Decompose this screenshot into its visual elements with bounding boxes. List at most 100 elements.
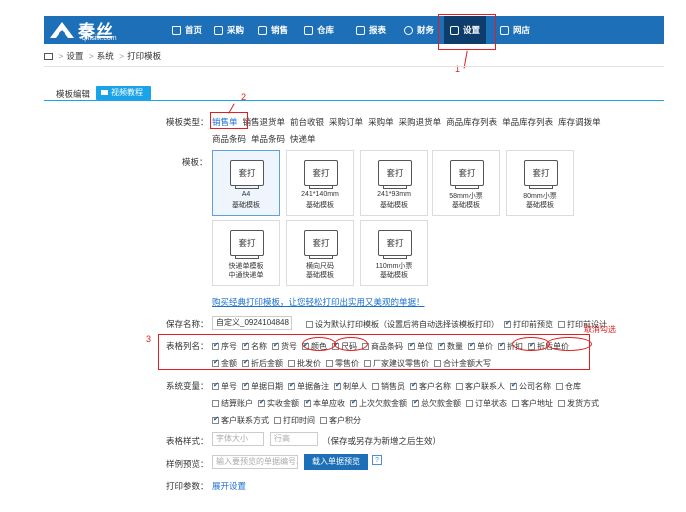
type-stock-transfer[interactable]: 库存调拨单 (558, 117, 601, 127)
template-card[interactable]: 套打 241*140mm 基础模板 (286, 150, 354, 216)
var-option[interactable]: 公司名称 (510, 381, 551, 391)
type-sales-return[interactable]: 销售退货单 (243, 117, 286, 127)
checkbox[interactable] (242, 381, 249, 390)
nav-shop[interactable]: 网店 (500, 16, 530, 44)
checkbox[interactable] (320, 417, 327, 424)
buy-template-link[interactable]: 购买经典打印模板，让您轻松打印出实用又美观的单据！ (212, 296, 425, 308)
checkbox[interactable] (212, 400, 219, 407)
default-template-checkbox[interactable] (306, 321, 313, 328)
var-option[interactable]: 仓库 (556, 382, 581, 391)
column-option[interactable]: 折后金额 (242, 358, 283, 368)
var-option[interactable]: 单据日期 (242, 381, 283, 391)
var-option[interactable]: 销售员 (372, 382, 405, 391)
checkbox[interactable] (558, 400, 565, 407)
checkbox[interactable] (258, 398, 265, 407)
column-option[interactable]: 金额 (212, 358, 237, 368)
help-icon[interactable]: ? (372, 455, 382, 465)
tab-template-edit[interactable]: 模板编辑 (56, 88, 90, 100)
checkbox[interactable] (326, 360, 333, 367)
var-option[interactable]: 打印时间 (274, 416, 315, 425)
var-option[interactable]: 客户积分 (320, 416, 361, 425)
preview-order-input[interactable]: 输入要预览的单据编号... (212, 455, 298, 469)
var-option[interactable]: 单据备注 (288, 381, 329, 391)
var-option[interactable]: 本单应收 (304, 398, 345, 408)
column-option[interactable]: 货号 (272, 341, 297, 351)
checkbox[interactable] (456, 383, 463, 390)
breadcrumb-item-settings[interactable]: 设置 (66, 51, 83, 61)
checkbox[interactable] (556, 383, 563, 390)
design-before-print-checkbox[interactable] (558, 321, 565, 328)
template-card[interactable]: 套打 横向尺码 基础模板 (286, 220, 354, 286)
checkbox[interactable] (212, 415, 219, 424)
template-card[interactable]: 套打 110mm小票 基础模板 (360, 220, 428, 286)
column-option[interactable]: 商品条码 (362, 342, 403, 351)
checkbox[interactable] (334, 381, 341, 390)
font-size-input[interactable]: 字体大小 (212, 432, 264, 446)
nav-warehouse[interactable]: 仓库 (304, 16, 334, 44)
type-item-barcode[interactable]: 单品条码 (251, 134, 285, 144)
template-card[interactable]: 套打 80mm小票 基础模板 (506, 150, 574, 216)
checkbox[interactable] (512, 400, 519, 407)
type-front-cashier[interactable]: 前台收银 (290, 117, 324, 127)
checkbox[interactable] (372, 383, 379, 390)
column-option[interactable]: 名称 (242, 341, 267, 351)
expand-settings-link[interactable]: 展开设置 (212, 480, 246, 492)
template-card[interactable]: 套打 A4 基础模板 (212, 150, 280, 216)
var-option[interactable]: 客户地址 (512, 399, 553, 408)
nav-report[interactable]: 报表 (356, 16, 386, 44)
column-option[interactable]: 单价 (468, 341, 493, 351)
checkbox[interactable] (304, 398, 311, 407)
save-name-input[interactable]: 自定义_0924104848 (212, 316, 292, 330)
var-option[interactable]: 订单状态 (466, 399, 507, 408)
column-option[interactable]: 批发价 (288, 359, 321, 368)
checkbox[interactable] (212, 358, 219, 367)
checkbox[interactable] (274, 417, 281, 424)
row-height-input[interactable]: 行高 (270, 432, 318, 446)
checkbox[interactable] (468, 341, 475, 350)
column-option[interactable]: 合计金额大写 (434, 359, 491, 368)
home-icon[interactable] (44, 53, 53, 60)
column-option[interactable]: 数量 (438, 341, 463, 351)
type-item-stock-list[interactable]: 单品库存列表 (502, 117, 553, 127)
template-card[interactable]: 套打 241*93mm 基础模板 (360, 150, 428, 216)
var-option[interactable]: 制单人 (334, 381, 367, 391)
checkbox[interactable] (364, 360, 371, 367)
checkbox[interactable] (212, 341, 219, 350)
checkbox[interactable] (408, 341, 415, 350)
default-template-option[interactable]: 设为默认打印模板（设置后将自动选择该模板打印） (306, 320, 499, 329)
checkbox[interactable] (288, 381, 295, 390)
nav-purchase[interactable]: 采购 (214, 16, 244, 44)
checkbox[interactable] (438, 341, 445, 350)
template-card[interactable]: 套打 快递单模板 中通快递单 (212, 220, 280, 286)
checkbox[interactable] (288, 360, 295, 367)
var-option[interactable]: 单号 (212, 381, 237, 391)
checkbox[interactable] (412, 398, 419, 407)
nav-sales[interactable]: 销售 (258, 16, 288, 44)
var-option[interactable]: 上次欠款金额 (350, 398, 407, 408)
template-card[interactable]: 套打 58mm小票 基础模板 (432, 150, 500, 216)
var-option[interactable]: 实收金额 (258, 398, 299, 408)
var-option[interactable]: 客户名称 (410, 381, 451, 391)
type-express[interactable]: 快递单 (290, 134, 316, 144)
checkbox[interactable] (212, 381, 219, 390)
checkbox[interactable] (350, 398, 357, 407)
nav-home[interactable]: 首页 (172, 16, 202, 44)
type-product-stock-list[interactable]: 商品库存列表 (446, 117, 497, 127)
tab-video-tutorial[interactable]: 视频教程 (96, 86, 151, 100)
type-purchase[interactable]: 采购单 (368, 117, 394, 127)
checkbox[interactable] (434, 360, 441, 367)
checkbox[interactable] (242, 358, 249, 367)
checkbox[interactable] (272, 341, 279, 350)
checkbox[interactable] (510, 381, 517, 390)
preview-before-print-checkbox[interactable] (504, 319, 511, 328)
checkbox[interactable] (466, 400, 473, 407)
brand-logo[interactable]: 秦丝 qinsilk.com (48, 18, 134, 42)
var-option[interactable]: 总欠款金额 (412, 398, 461, 408)
var-option[interactable]: 客户联系人 (456, 382, 505, 391)
checkbox[interactable] (410, 381, 417, 390)
nav-finance[interactable]: 财务 (404, 16, 434, 44)
type-purchase-order[interactable]: 采购订单 (329, 117, 363, 127)
breadcrumb-item-system[interactable]: 系统 (97, 51, 114, 61)
column-option[interactable]: 序号 (212, 341, 237, 351)
var-option[interactable]: 客户联系方式 (212, 415, 269, 425)
